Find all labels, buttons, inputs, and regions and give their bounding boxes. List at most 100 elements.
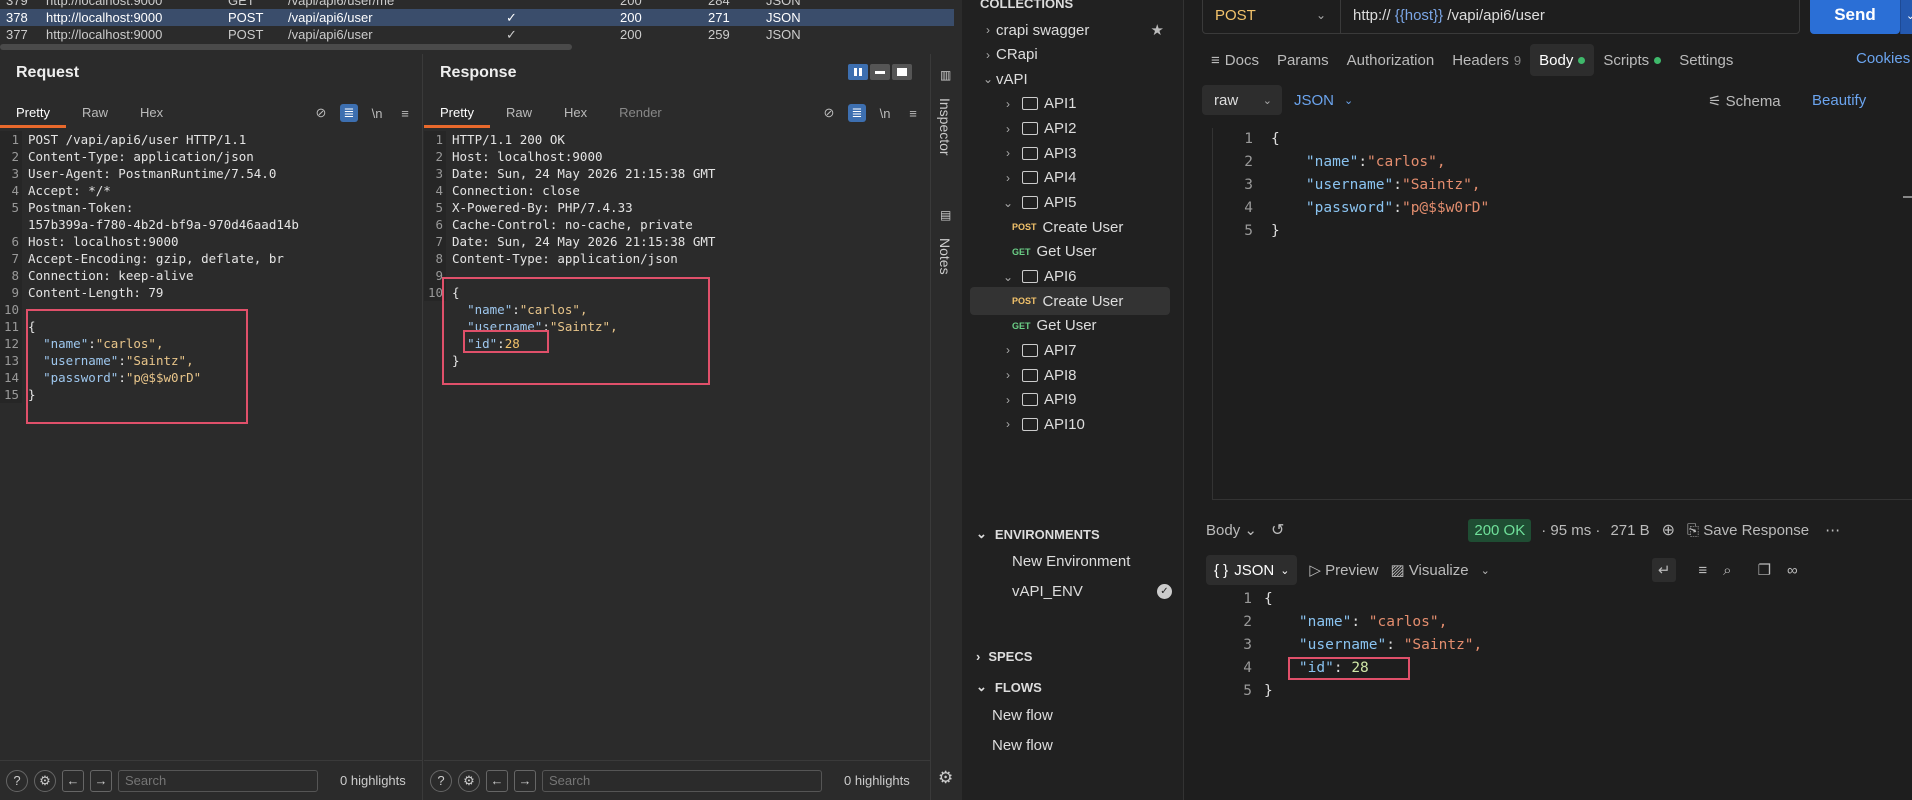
tab-scripts[interactable]: Scripts [1594,44,1670,76]
menu-icon[interactable]: ≡ [904,104,922,122]
request-body-editor[interactable]: 1 2 3 4 5 { "name":"carlos", "username":"Sai… [1212,128,1912,500]
help-icon[interactable]: ? [6,769,28,792]
code-line: Connection: close [452,183,580,198]
json-key: "id" [1298,660,1334,676]
method-select[interactable]: POST ⌄ [1203,0,1341,33]
docs-icon: ≡ [1211,51,1220,69]
link-icon[interactable]: ∞ [1787,562,1798,579]
chevron-right-icon: › [1006,121,1010,136]
globe-icon[interactable]: ⊕ [1662,520,1675,540]
specs-heading[interactable]: › SPECS [976,649,1032,664]
collections-heading: COLLECTIONS [980,0,1074,11]
history-row[interactable]: 377 http://localhost:9000 POST/vapi/api6/u… [0,26,954,43]
inspector-icon[interactable]: ▥ [940,68,951,82]
environments-heading[interactable]: ⌄ ENVIRONMENTS [976,526,1100,542]
flow-item[interactable]: New flow [962,701,1053,729]
body-mode-select[interactable]: raw ⌄ [1202,85,1282,115]
json-line: "username":"Saintz", [1305,177,1481,193]
view-tab-pretty[interactable]: Pretty [0,98,66,128]
environment-item[interactable]: New Environment [962,547,1172,575]
tab-headers[interactable]: Headers 9 [1443,44,1530,76]
tab-settings[interactable]: Settings [1670,44,1742,76]
save-response-button[interactable]: ⎘ Save Response [1687,522,1809,539]
send-button[interactable]: Send [1810,0,1900,34]
cookies-link[interactable]: Cookies [1856,50,1910,67]
url-input[interactable]: http:// {{host}} /vapi/api6/user [1341,7,1545,24]
newline-icon[interactable]: \n [876,104,894,122]
chevron-down-icon[interactable]: ⌄ [1481,564,1490,577]
tab-body[interactable]: Body [1530,44,1595,76]
view-tab-raw[interactable]: Raw [490,98,548,128]
back-arrow-icon[interactable]: ← [62,769,84,792]
json-value: "Saintz", [1401,177,1481,193]
body-format-select[interactable]: JSON ⌄ [1294,92,1353,109]
view-tab-render[interactable]: Render [603,98,678,128]
view-tab-pretty[interactable]: Pretty [424,98,490,128]
history-row[interactable]: 379 http://localhost:9000 GET/vapi/api6/us… [0,0,954,9]
preview-button[interactable]: ▷ Preview [1309,561,1378,579]
environment-item-active[interactable]: vAPI_ENV ✓ [962,577,1172,605]
split-horizontal-icon[interactable] [870,64,890,80]
beautify-button[interactable]: Beautify [1812,92,1866,109]
view-tab-hex[interactable]: Hex [124,98,179,128]
settings-gear-icon[interactable]: ⚙ [938,768,953,788]
send-options-chevron-icon[interactable]: ⌄ [1900,0,1912,34]
history-icon[interactable]: ↺ [1271,520,1284,540]
tab-label: Scripts [1603,51,1650,69]
tab-docs[interactable]: ≡ Docs [1202,44,1268,76]
wrap-lines-icon[interactable]: ≣ [848,104,866,122]
wrap-icon[interactable]: ↵ [1651,558,1677,582]
history-row[interactable]: 378 http://localhost:9000 POST/vapi/api6/u… [0,9,954,26]
code-line: X-Powered-By: PHP/7.4.33 [452,200,633,215]
notes-icon[interactable]: ▤ [940,208,951,222]
split-vertical-icon[interactable] [848,64,868,80]
newline-icon[interactable]: \n [368,104,386,122]
json-key: "name" [467,302,513,317]
history-cell-len: 259 [708,27,730,42]
settings-gear-icon[interactable]: ⚙ [34,769,56,792]
view-tab-hex[interactable]: Hex [548,98,603,128]
hide-eye-icon[interactable]: ⊘ [312,104,330,122]
visualize-button[interactable]: ▨ Visualize [1390,561,1468,579]
inspector-tab[interactable]: Inspector [937,98,953,156]
response-body-select[interactable]: Body ⌄ [1206,521,1257,539]
request-pane: Request Pretty Raw Hex ⊘ ≣ \n ≡ 12345 6789… [0,54,423,800]
line-number: 12 [3,336,19,351]
save-icon: ⎘ [1687,521,1704,539]
code-line: Host: localhost:9000 [28,234,179,249]
single-pane-icon[interactable] [892,64,912,80]
flow-item[interactable]: New flow [962,731,1053,759]
wrap-lines-icon[interactable]: ≣ [340,104,358,122]
history-scrollbar[interactable] [0,44,572,50]
settings-gear-icon[interactable]: ⚙ [458,769,480,792]
response-format-select[interactable]: { } JSON ⌄ [1206,555,1298,585]
copy-icon[interactable]: ❐ [1758,561,1771,579]
history-cell-host: http://localhost:9000 [46,0,163,8]
forward-arrow-icon[interactable]: → [90,769,112,792]
hide-eye-icon[interactable]: ⊘ [820,104,838,122]
tree-label: API5 [1044,194,1077,212]
response-body-lines: { "name": "carlos", "username": "Saintz"… [1264,588,1482,703]
flows-heading[interactable]: ⌄ FLOWS [976,679,1042,695]
request-search-input[interactable] [118,769,318,792]
forward-arrow-icon[interactable]: → [514,769,536,792]
tab-params[interactable]: Params [1268,44,1338,76]
help-icon[interactable]: ? [430,769,452,792]
back-arrow-icon[interactable]: ← [486,769,508,792]
more-options-icon[interactable]: ⋯ [1825,521,1840,539]
response-search-input[interactable] [542,769,822,792]
tree-item-api10[interactable]: › API10 [970,410,1170,438]
line-number: 4 [1244,200,1253,216]
json-value: "carlos", [1367,154,1446,170]
filter-icon[interactable]: ≡ [1698,562,1707,579]
view-tab-raw[interactable]: Raw [66,98,124,128]
search-icon[interactable]: ⌕ [1723,562,1731,579]
star-icon[interactable]: ★ [1151,21,1164,39]
notes-tab[interactable]: Notes [937,238,953,275]
tab-authorization[interactable]: Authorization [1338,44,1444,76]
menu-icon[interactable]: ≡ [396,104,414,122]
schema-button[interactable]: ⚟ Schema [1708,92,1781,110]
line-number: 2 [11,149,19,164]
braces-icon: { } [1214,561,1229,579]
